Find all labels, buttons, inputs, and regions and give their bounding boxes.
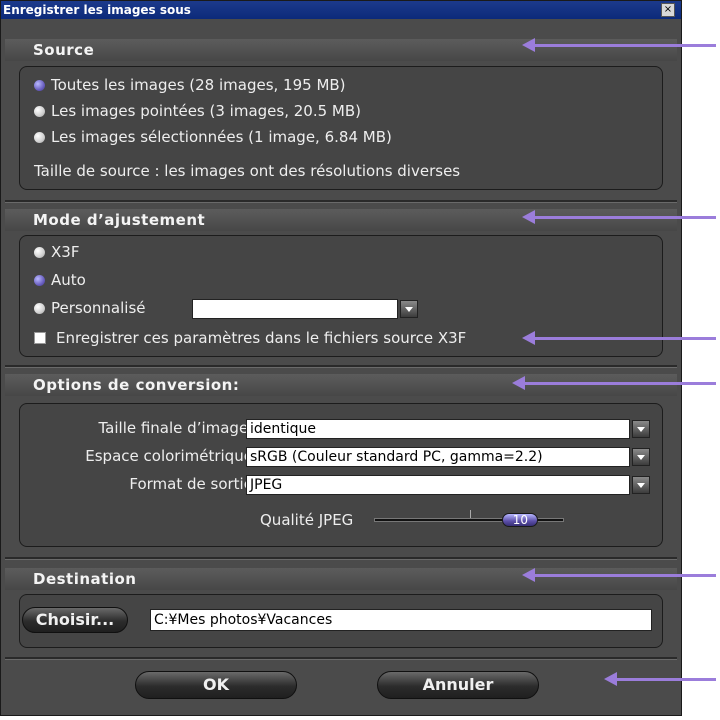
section-divider	[5, 365, 677, 368]
checkbox-icon	[34, 332, 46, 344]
annotation-arrow-icon	[512, 376, 716, 390]
annotation-arrow-icon	[522, 38, 716, 52]
adjust-option-custom[interactable]: Personnalisé	[34, 298, 145, 318]
chevron-down-icon[interactable]	[632, 448, 650, 466]
format-label: Format de sortie:	[129, 475, 258, 493]
conversion-panel: Taille finale d’image : identique Espace…	[19, 403, 663, 547]
ok-button[interactable]: OK	[135, 671, 297, 699]
save-settings-checkbox[interactable]: Enregistrer ces paramètres dans le fichi…	[34, 328, 466, 348]
radio-icon	[34, 275, 45, 286]
radio-icon	[34, 80, 45, 91]
section-divider	[5, 200, 677, 203]
jpeg-quality-label: Qualité JPEG	[260, 511, 354, 529]
title-bar: Enregistrer les images sous ×	[1, 1, 681, 19]
chevron-down-icon[interactable]	[400, 300, 418, 318]
destination-panel: Choisir... C:¥Mes photos¥Vacances	[19, 594, 663, 648]
destination-path-input[interactable]: C:¥Mes photos¥Vacances	[150, 609, 652, 631]
radio-icon	[34, 303, 45, 314]
chevron-down-icon[interactable]	[632, 476, 650, 494]
choose-folder-button[interactable]: Choisir...	[22, 607, 128, 633]
annotation-arrow-icon	[522, 568, 716, 582]
annotation-arrow-icon	[522, 331, 716, 345]
source-panel: Toutes les images (28 images, 195 MB) Le…	[19, 66, 663, 190]
adjust-option-x3f[interactable]: X3F	[34, 242, 79, 262]
adjust-option-auto[interactable]: Auto	[34, 270, 86, 290]
source-option-pointed[interactable]: Les images pointées (3 images, 20.5 MB)	[34, 101, 361, 121]
source-header: Source	[5, 39, 677, 61]
radio-icon	[34, 247, 45, 258]
section-divider	[5, 557, 677, 560]
annotation-arrow-icon	[522, 210, 716, 224]
source-size-info: Taille de source : les images ont des ré…	[34, 162, 461, 180]
save-images-dialog: Enregistrer les images sous × Source Tou…	[0, 0, 682, 716]
annotation-arrow-icon	[604, 672, 716, 686]
color-space-label: Espace colorimétrique:	[85, 447, 258, 465]
window-title: Enregistrer les images sous	[3, 3, 191, 17]
output-size-select[interactable]: identique	[246, 419, 630, 439]
radio-icon	[34, 132, 45, 143]
slider-tick	[470, 510, 471, 518]
cancel-button[interactable]: Annuler	[377, 671, 539, 699]
source-option-selected[interactable]: Les images sélectionnées (1 image, 6.84 …	[34, 127, 392, 147]
custom-preset-select[interactable]	[192, 299, 398, 319]
chevron-down-icon[interactable]	[632, 420, 650, 438]
radio-icon	[34, 106, 45, 117]
destination-header: Destination	[5, 568, 677, 590]
output-format-select[interactable]: JPEG	[246, 475, 630, 495]
conversion-header: Options de conversion:	[5, 374, 677, 396]
jpeg-quality-knob[interactable]: 10	[502, 513, 539, 527]
adjust-header: Mode d’ajustement	[5, 209, 677, 231]
color-space-select[interactable]: sRGB (Couleur standard PC, gamma=2.2)	[246, 447, 630, 467]
close-button[interactable]: ×	[661, 3, 675, 17]
source-option-all[interactable]: Toutes les images (28 images, 195 MB)	[34, 75, 346, 95]
size-label: Taille finale d’image :	[98, 419, 258, 437]
section-divider	[5, 657, 677, 660]
